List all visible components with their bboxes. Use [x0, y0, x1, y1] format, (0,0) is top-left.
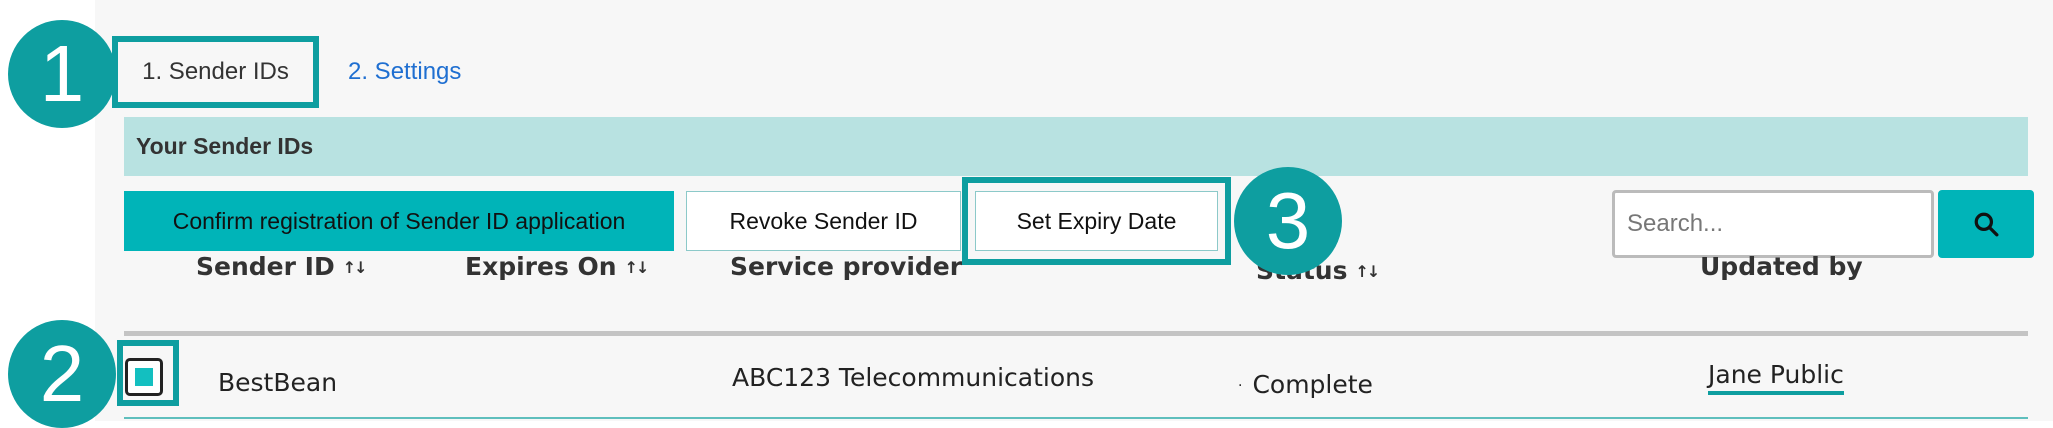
row-select-checkbox[interactable]: [125, 358, 163, 396]
column-header-service-provider: Service provider: [730, 252, 962, 281]
sort-icon: ↑↓: [342, 258, 368, 277]
cell-service-provider: ABC123 Telecommunications: [732, 363, 1095, 392]
section-header: Your Sender IDs: [124, 117, 2028, 176]
status-dot-icon: ·: [1238, 378, 1243, 394]
column-header-label: Updated by: [1700, 252, 1863, 281]
column-header-label: Sender ID: [196, 252, 335, 281]
cell-sender-id: BestBean: [218, 368, 338, 397]
updated-by-link[interactable]: Jane Public: [1708, 360, 1844, 395]
confirm-registration-button[interactable]: Confirm registration of Sender ID applic…: [124, 191, 674, 251]
tab-settings[interactable]: 2. Settings: [348, 42, 461, 102]
checkbox-checked-mark: [135, 368, 153, 386]
search-input[interactable]: [1612, 190, 1934, 258]
callout-1: 1: [8, 20, 116, 128]
table-header-divider: [124, 331, 2028, 336]
revoke-sender-id-button[interactable]: Revoke Sender ID: [686, 191, 961, 251]
search-icon: [1974, 212, 1999, 237]
cell-status: · Complete: [1238, 370, 1373, 399]
set-expiry-date-button[interactable]: Set Expiry Date: [975, 191, 1218, 251]
search-button[interactable]: [1938, 190, 2034, 258]
callout-3: 3: [1234, 167, 1342, 275]
column-header-expires-on[interactable]: Expires On ↑↓: [465, 252, 650, 281]
sort-icon: ↑↓: [624, 258, 650, 277]
callout-2: 2: [8, 320, 116, 428]
tab-sender-ids[interactable]: 1. Sender IDs: [118, 42, 313, 102]
sort-icon: ↑↓: [1355, 262, 1380, 281]
column-header-updated-by: Updated by: [1700, 252, 1863, 281]
column-header-label: Expires On: [465, 252, 617, 281]
column-header-label: Service provider: [730, 252, 963, 281]
row-divider: [124, 417, 2028, 419]
section-title: Your Sender IDs: [136, 133, 314, 159]
cell-updated-by: Jane Public: [1708, 360, 1844, 395]
column-header-sender-id[interactable]: Sender ID ↑↓: [196, 252, 368, 281]
status-label: Complete: [1252, 370, 1373, 399]
